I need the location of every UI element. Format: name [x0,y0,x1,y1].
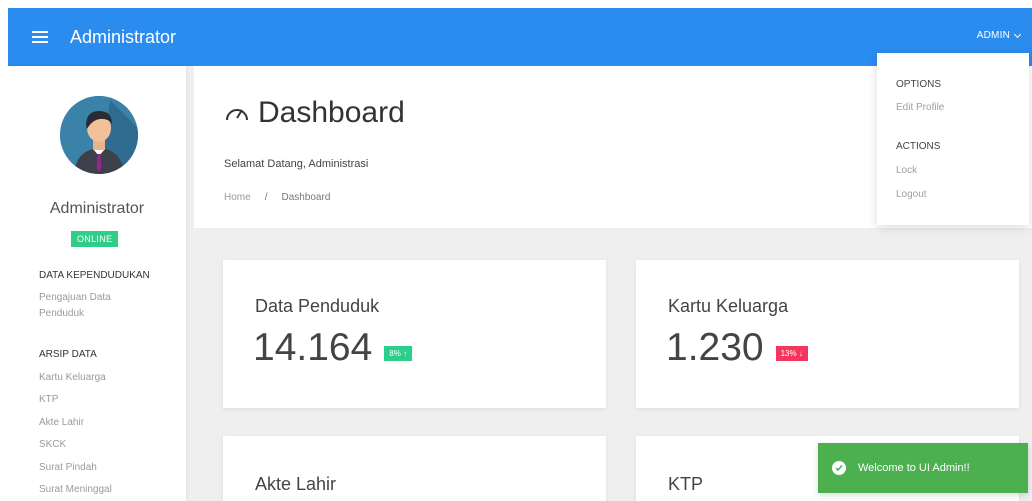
trend-up-badge: 8% ↑ [384,345,413,361]
check-circle-icon [832,461,846,475]
lock-menu-item[interactable]: Lock [896,165,917,176]
card-value: 1.230 [666,326,764,369]
card-value-row: 14.164 8% ↑ [253,326,413,370]
hamburger-menu-icon[interactable] [32,28,48,46]
user-avatar-icon [60,96,138,174]
nav-header-data-kependudukan: DATA KEPENDUDUKAN [39,270,150,281]
sidebar-item-surat-meninggal[interactable]: Surat Meninggal [39,482,112,498]
toast-message: Welcome to UI Admin!! [858,462,970,474]
sidebar-item-kartu-keluarga[interactable]: Kartu Keluarga [39,370,106,386]
sidebar-item-surat-pindah[interactable]: Surat Pindah [39,460,97,476]
card-title: KTP [668,474,704,494]
app-title: Administrator [70,26,177,47]
sidebar-item-ktp[interactable]: KTP [39,392,58,408]
stat-card-data-penduduk: Data Penduduk 14.164 8% ↑ [223,260,606,408]
card-title: Kartu Keluarga [668,296,789,316]
stat-card-kartu-keluarga: Kartu Keluarga 1.230 13% ↓ [636,260,1019,408]
edit-profile-menu-item[interactable]: Edit Profile [896,102,944,113]
trend-down-badge: 13% ↓ [775,345,808,361]
avatar [60,96,138,174]
user-menu-label: ADMIN [976,30,1010,41]
sidebar: Administrator ONLINE DATA KEPENDUDUKAN P… [8,66,186,501]
card-value-row: 1.230 13% ↓ [666,326,808,370]
toast-notification[interactable]: Welcome to UI Admin!! [818,443,1028,493]
breadcrumb-home-link[interactable]: Home [224,192,251,203]
page-title: Dashboard [224,96,405,130]
logout-menu-item[interactable]: Logout [896,189,927,200]
card-title: Akte Lahir [255,474,337,494]
breadcrumb-separator: / [264,192,268,203]
stat-card-akte-lahir: Akte Lahir [223,436,606,501]
card-value: 14.164 [253,326,373,369]
chevron-down-icon [1013,30,1022,38]
breadcrumb: Home / Dashboard [224,192,330,203]
user-dropdown-menu: OPTIONS Edit Profile ACTIONS Lock Logout [877,53,1029,225]
welcome-text: Selamat Datang, Administrasi [224,158,369,170]
sidebar-item-akte-lahir[interactable]: Akte Lahir [39,415,84,431]
card-title: Data Penduduk [255,296,380,316]
breadcrumb-current: Dashboard [281,192,331,203]
dashboard-gauge-icon [226,109,248,121]
nav-header-arsip-data: ARSIP DATA [39,349,97,360]
dropdown-options-header: OPTIONS [896,79,942,90]
user-menu-button[interactable]: ADMIN [976,30,1022,41]
sidebar-item-skck[interactable]: SKCK [39,437,66,453]
page: Administrator ADMIN Administrator ONLINE… [8,8,1032,501]
sidebar-item-pengajuan-data-penduduk[interactable]: Pengajuan Data Penduduk [39,290,149,322]
dropdown-actions-header: ACTIONS [896,141,941,152]
sidebar-user-name: Administrator [49,200,145,217]
status-badge: ONLINE [71,231,119,247]
page-title-text: Dashboard [258,96,405,129]
